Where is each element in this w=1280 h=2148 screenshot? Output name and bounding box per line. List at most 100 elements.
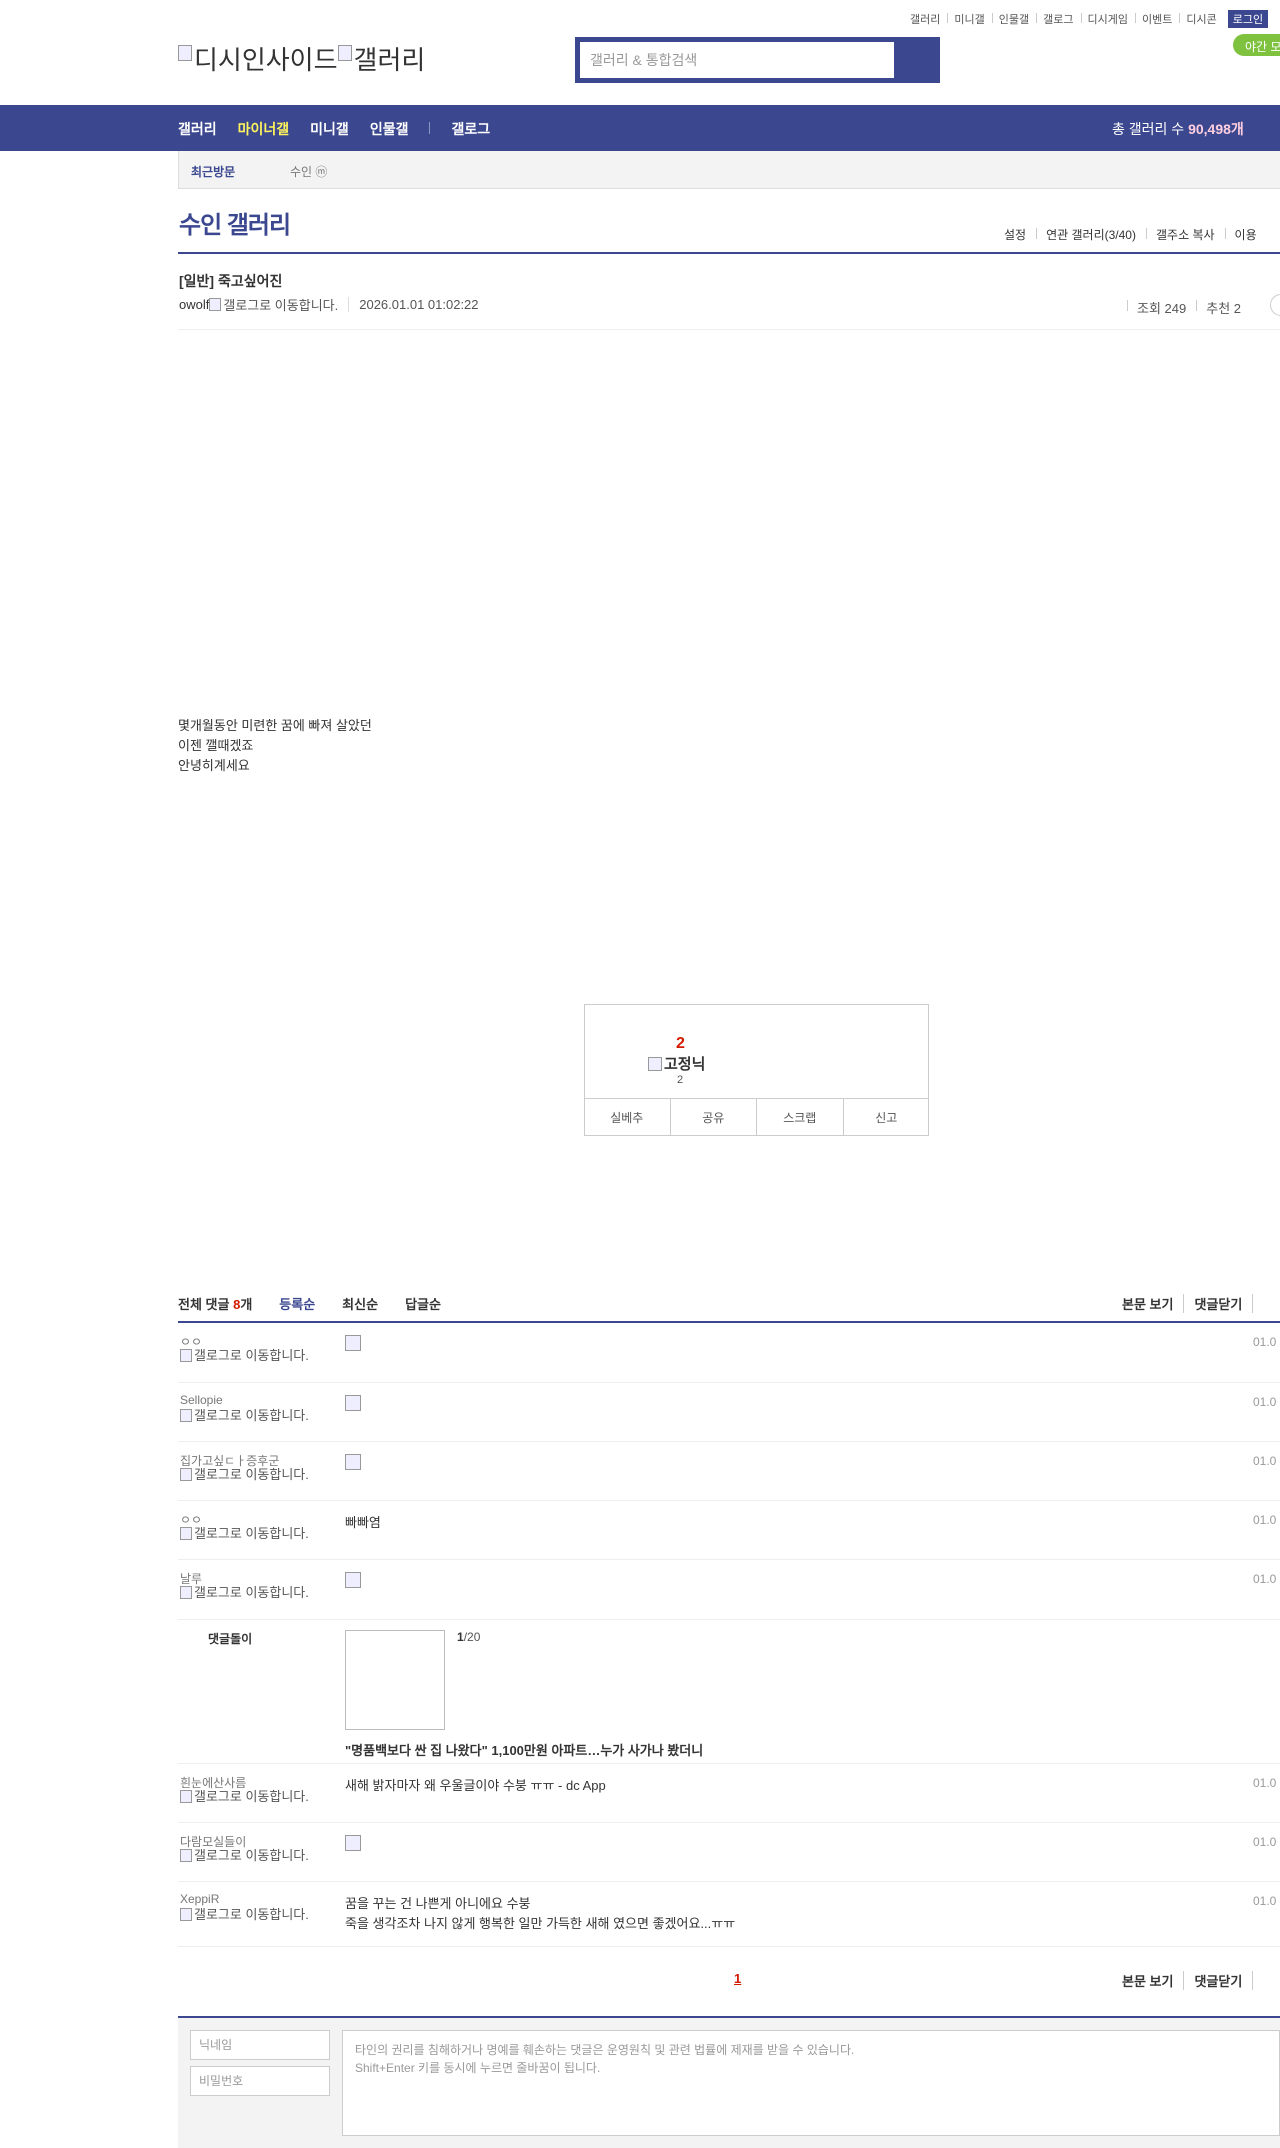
broken-image-icon <box>180 1849 192 1862</box>
broken-image-icon <box>337 44 352 61</box>
recommend-box: 2 고정닉 2 실베추 공유 스크랩 신고 <box>584 1004 929 1136</box>
night-mode-toggle[interactable]: 야간 모 <box>1233 34 1280 56</box>
close-comments-button[interactable]: 댓글닫기 <box>1194 1294 1254 1313</box>
logo-dc-text: 디시인사이드 <box>194 45 338 75</box>
gallog-link-alt: 갤로그로 이동합니다. <box>223 298 339 313</box>
news-thumbnail[interactable] <box>345 1630 445 1730</box>
comments-header: 전체 댓글 8개 등록순 최신순 답글순 <box>178 1294 468 1313</box>
gallery-total-value: 90,498개 <box>1188 121 1244 137</box>
sort-by-replies[interactable]: 답글순 <box>405 1294 441 1313</box>
post-date: 2026.01.01 01:02:22 <box>348 297 479 312</box>
sort-by-registered[interactable]: 등록순 <box>279 1294 315 1313</box>
real-best-button[interactable]: 실베추 <box>584 1099 671 1136</box>
search-button[interactable] <box>895 37 940 83</box>
post-header-divider <box>178 329 1280 330</box>
copy-gallery-url-link[interactable]: 갤주소 복사 <box>1145 226 1225 243</box>
search-box <box>579 41 895 79</box>
post-body-line: 이젠 깰때겠죠 <box>178 738 254 753</box>
nav-minor-gallery[interactable]: 마이너갤 <box>238 119 290 139</box>
comment-gallog-link[interactable]: 갤로그로 이동합니다. <box>180 1788 310 1804</box>
nav-divider <box>429 122 431 134</box>
comment-gallog-link[interactable]: 갤로그로 이동합니다. <box>180 1407 310 1423</box>
comment-total: 전체 댓글 8개 <box>178 1294 252 1313</box>
gallery-title-divider <box>178 252 1280 254</box>
password-input[interactable] <box>190 2066 330 2096</box>
dccon-image-icon <box>345 1572 361 1588</box>
comment-text-line: 죽을 생각조차 나지 않게 행복한 일만 가득한 새해 였으면 좋겠어요...ㅠ… <box>345 1916 736 1931</box>
comment-write-form <box>178 2018 1280 2148</box>
comment-date: 01.0 <box>1253 1572 1277 1586</box>
nav-person-gallery[interactable]: 인물갤 <box>370 119 409 139</box>
post-author[interactable]: owolf <box>179 297 209 312</box>
login-button[interactable]: 로그인 <box>1227 10 1269 28</box>
comment-gallog-link[interactable]: 갤로그로 이동합니다. <box>180 1525 310 1541</box>
broken-image-icon <box>178 44 192 61</box>
related-gallery-link[interactable]: 연관 갤러리(3/40) <box>1036 226 1146 243</box>
comment-text <box>345 1395 361 1417</box>
util-link-mini[interactable]: 미니갤 <box>947 11 991 27</box>
recent-visits-label[interactable]: 최근방문 <box>191 163 235 180</box>
comment-gallog-link[interactable]: 갤로그로 이동합니다. <box>180 1847 310 1863</box>
comment-nick[interactable]: XeppiR <box>180 1892 219 1906</box>
comment-gallog-link[interactable]: 갤로그로 이동합니다. <box>180 1906 310 1922</box>
comment-gallog-alt: 갤로그로 이동합니다. <box>194 1585 309 1600</box>
util-link-game[interactable]: 디시게임 <box>1080 11 1135 27</box>
comment-gallog-alt: 갤로그로 이동합니다. <box>194 1526 309 1541</box>
news-page-total: /20 <box>463 1630 481 1644</box>
view-post-button[interactable]: 본문 보기 <box>1122 1294 1185 1313</box>
comment-date: 01.0 <box>1253 1335 1277 1349</box>
news-headline[interactable]: "명품백보다 싼 집 나왔다" 1,100만원 아파트…누가 사가나 봤더니 <box>345 1740 703 1759</box>
comment-row: 다람모실들이 갤로그로 이동합니다. 01.0 <box>178 1823 1280 1882</box>
comment-page-1[interactable]: 1 <box>734 1971 741 1986</box>
comment-row: 날루 갤로그로 이동합니다. 01.0 <box>178 1560 1280 1620</box>
post-body-line: 몇개월동안 미련한 꿈에 빠져 살았던 <box>178 718 372 733</box>
recent-visit-item[interactable]: 수인 ⓜ <box>290 163 327 180</box>
close-comments-button[interactable]: 댓글닫기 <box>1194 1971 1254 1990</box>
recommend-actions: 실베추 공유 스크랩 신고 <box>584 1098 929 1136</box>
nav-gallog[interactable]: 갤로그 <box>451 119 490 139</box>
comment-nick[interactable]: Sellopie <box>180 1393 223 1407</box>
comment-text: 새해 밝자마자 왜 우울글이야 수붕 ㅠㅠ - dc App <box>345 1778 606 1793</box>
post-option-button[interactable] <box>1270 294 1280 316</box>
util-link-gallog[interactable]: 갤로그 <box>1036 11 1080 27</box>
dccon-image-icon <box>345 1335 361 1351</box>
comment-actions-bottom: 본문 보기 댓글닫기 <box>1122 1971 1263 1990</box>
comment-gallog-link[interactable]: 갤로그로 이동합니다. <box>180 1466 310 1482</box>
util-link-dccon[interactable]: 디시콘 <box>1179 11 1223 27</box>
gallery-total-label: 총 갤러리 수 <box>1112 121 1185 137</box>
share-button[interactable]: 공유 <box>671 1099 757 1136</box>
comment-text <box>345 1454 361 1476</box>
nickname-input[interactable] <box>190 2030 330 2060</box>
site-logo[interactable]: 디시인사이드 갤러리 <box>178 40 425 77</box>
gallog-link[interactable]: 갤로그로 이동합니다. <box>209 295 338 314</box>
gallery-title[interactable]: 수인 갤러리 <box>179 205 291 240</box>
util-link-person[interactable]: 인물갤 <box>991 11 1036 27</box>
nav-mini-gallery[interactable]: 미니갤 <box>310 119 349 139</box>
post-recommends: 추천 2 <box>1196 298 1251 317</box>
gallery-usage-link[interactable]: 이용 <box>1224 226 1267 243</box>
comment-text <box>345 1335 361 1357</box>
comment-gallog-alt: 갤로그로 이동합니다. <box>194 1467 309 1482</box>
view-post-button[interactable]: 본문 보기 <box>1122 1971 1185 1990</box>
comment-textarea[interactable] <box>342 2030 1280 2136</box>
comment-date: 01.0 <box>1253 1454 1277 1468</box>
report-button[interactable]: 신고 <box>844 1099 930 1136</box>
comment-gallog-link[interactable]: 갤로그로 이동합니다. <box>180 1347 310 1363</box>
comment-text <box>345 1572 361 1594</box>
comment-total-suffix: 개 <box>240 1297 253 1312</box>
comment-gallog-link[interactable]: 갤로그로 이동합니다. <box>180 1584 310 1600</box>
main-nav-menu: 갤러리 마이너갤 미니갤 인물갤 갤로그 <box>178 119 511 139</box>
broken-image-icon <box>180 1527 192 1540</box>
dccon-image-icon <box>345 1454 361 1470</box>
news-page-current: 1 <box>457 1630 464 1644</box>
sort-by-latest[interactable]: 최신순 <box>342 1294 378 1313</box>
comment-row: XeppiR 갤로그로 이동합니다. 꿈을 꾸는 건 나쁜게 아니에요 수붕 죽… <box>178 1882 1280 1947</box>
util-link-gallery[interactable]: 갤러리 <box>903 11 947 27</box>
scrap-button[interactable]: 스크랩 <box>757 1099 844 1136</box>
broken-image-icon <box>209 298 222 311</box>
gallery-settings-link[interactable]: 설정 <box>994 226 1036 243</box>
search-input[interactable] <box>580 42 894 78</box>
util-link-event[interactable]: 이벤트 <box>1134 11 1179 27</box>
nav-gallery[interactable]: 갤러리 <box>178 119 217 139</box>
comment-text <box>345 1835 361 1857</box>
